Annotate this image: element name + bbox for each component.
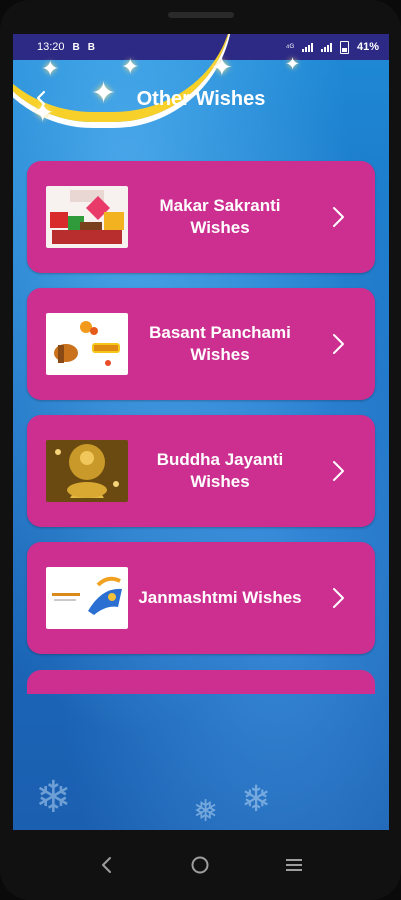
wifi-signal-icon [301, 42, 313, 52]
system-nav-bar [0, 830, 401, 900]
sparkle-icon: ✦ [121, 54, 140, 79]
janmashtmi-image [46, 567, 128, 629]
battery-icon [339, 40, 349, 54]
item-label: Janmashtmi Wishes [138, 588, 302, 607]
chevron-right-icon [333, 588, 344, 608]
chevron-right-icon [333, 334, 344, 354]
back-arrow-icon [101, 857, 111, 873]
makar-sakranti-image [46, 186, 128, 248]
battery-percent: 41% [356, 41, 379, 53]
basant-panchami-image [46, 313, 128, 375]
menu-lines-icon [286, 859, 303, 871]
item-label: Makar Sakranti Wishes [159, 196, 281, 237]
list-item-janmashtmi[interactable]: Janmashtmi Wishes [27, 542, 375, 654]
app-header: ✦ ✦ ✦ ✦ ✦ ✦ Other Wishes [13, 52, 389, 130]
page-title: Other Wishes [136, 88, 266, 110]
item-label: Basant Panchami Wishes [149, 323, 291, 364]
snowflake-icon: ❄ [241, 778, 272, 819]
sparkle-icon: ✦ [211, 52, 233, 82]
cell-signal-icon [320, 42, 332, 52]
item-label: Buddha Jayanti Wishes [156, 450, 284, 491]
list-item-makar-sakranti[interactable]: Makar Sakranti Wishes [27, 161, 375, 273]
list-item-partial[interactable] [27, 670, 375, 694]
home-circle-icon [191, 856, 209, 874]
wishes-list: Makar Sakranti Wishes Basant Panchami Wi… [27, 161, 375, 669]
list-item-buddha-jayanti[interactable]: Buddha Jayanti Wishes [27, 415, 375, 527]
list-item-basant-panchami[interactable]: Basant Panchami Wishes [27, 288, 375, 400]
sparkle-icon: ✦ [285, 54, 301, 74]
snowflake-icon: ❄ [35, 773, 72, 822]
phone-frame: 13:20 B B ⁴ᴳ 41% ✦ ✦ ✦ ✦ ✦ ✦ Other Wishe… [0, 0, 401, 900]
app-screen: 13:20 B B ⁴ᴳ 41% ✦ ✦ ✦ ✦ ✦ ✦ Other Wishe… [13, 34, 389, 830]
chevron-right-icon [333, 207, 344, 227]
volte-icon: ⁴ᴳ [285, 42, 294, 52]
sparkle-icon: ✦ [41, 56, 60, 81]
nav-home-button[interactable] [185, 850, 215, 880]
nav-recents-button[interactable] [279, 850, 309, 880]
speaker-grille [168, 12, 234, 18]
nav-back-button[interactable] [92, 850, 122, 880]
snowflake-icon: ❅ [193, 795, 219, 828]
chevron-right-icon [333, 461, 344, 481]
buddha-jayanti-image [46, 440, 128, 502]
